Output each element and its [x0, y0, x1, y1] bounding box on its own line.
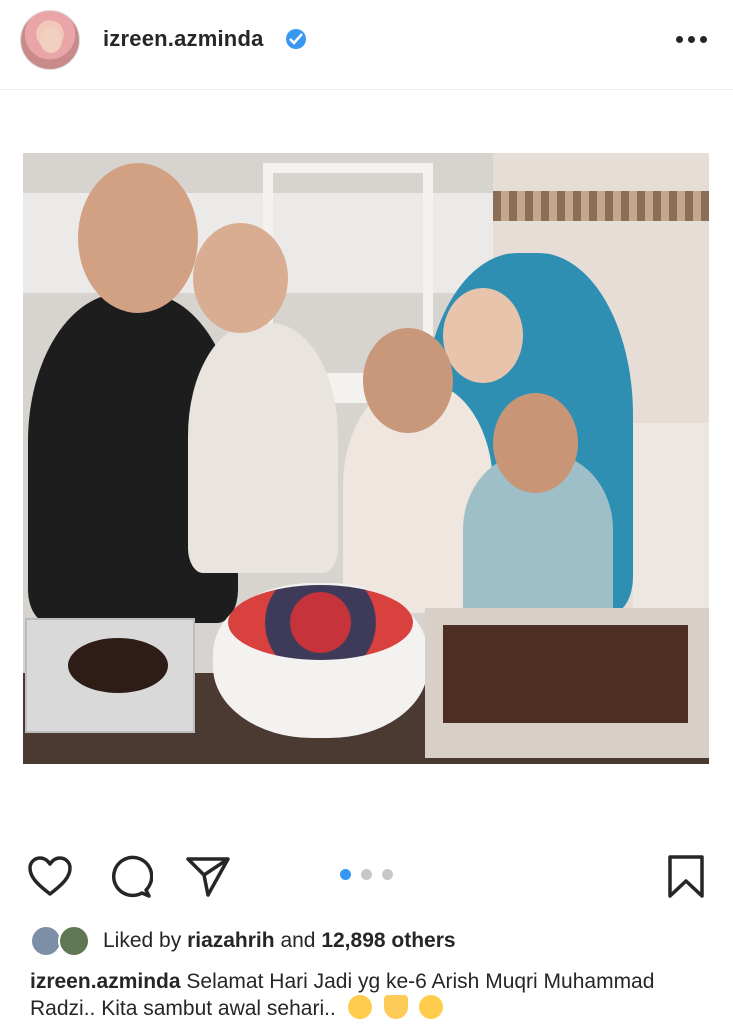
liked-by-connector: and: [280, 929, 316, 952]
caption-username[interactable]: izreen.azminda: [30, 970, 181, 993]
likes-count[interactable]: 12,898 others: [321, 929, 455, 952]
kissing-face-emoji: [347, 995, 372, 1019]
person-child-left-head: [193, 223, 288, 333]
post-username[interactable]: izreen.azminda: [103, 26, 264, 52]
profile-avatar[interactable]: [20, 10, 80, 70]
liked-by-text: Liked by riazahrih and 12,898 others: [103, 929, 456, 953]
person-mother-face: [443, 288, 523, 383]
carousel-indicator: [340, 869, 400, 881]
bookmark-icon[interactable]: [664, 854, 710, 900]
person-father-head: [78, 163, 198, 313]
brownie-tray: [443, 625, 688, 723]
post-header: izreen.azminda: [0, 0, 733, 90]
berry-topping: [228, 585, 413, 660]
hugging-face-emoji: [419, 995, 444, 1019]
avatar-face: [40, 27, 62, 53]
liker-avatar: [58, 925, 90, 957]
yellow-heart-emoji: [383, 995, 408, 1019]
chocolate-cake: [68, 638, 168, 693]
post-actions: [0, 840, 733, 910]
box-lid: [633, 423, 709, 613]
person-child-right-head: [493, 393, 578, 493]
post-photo[interactable]: [23, 153, 709, 764]
more-options-icon[interactable]: [676, 36, 710, 44]
liked-by-user[interactable]: riazahrih: [187, 929, 275, 952]
person-child-left: [188, 323, 338, 573]
person-child-middle-head: [363, 328, 453, 433]
liked-by-prefix: Liked by: [103, 929, 182, 952]
carousel-dot-active: [340, 869, 351, 880]
carousel-dot: [382, 869, 393, 880]
carousel-dot: [361, 869, 372, 880]
likes-row[interactable]: Liked by riazahrih and 12,898 others: [0, 920, 733, 964]
send-icon[interactable]: [185, 854, 231, 900]
wall-border: [493, 191, 709, 221]
post-caption: izreen.azminda Selamat Hari Jadi yg ke-6…: [30, 968, 710, 1022]
comment-icon[interactable]: [107, 854, 154, 900]
heart-icon[interactable]: [27, 854, 73, 900]
verified-badge-icon: [286, 29, 306, 49]
